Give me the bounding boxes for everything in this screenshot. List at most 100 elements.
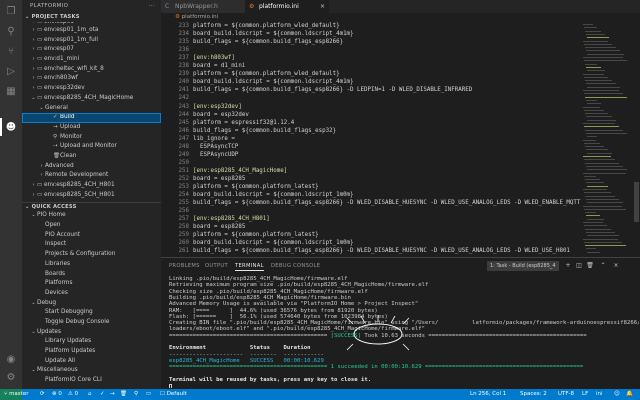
source-control-icon[interactable]: ⑂: [4, 44, 18, 58]
task-clean[interactable]: 🗑Clean: [22, 152, 161, 162]
minimap-line: [584, 159, 615, 161]
quick-toggle-debug-console[interactable]: Toggle Debug Console: [22, 318, 161, 328]
trash-icon[interactable]: 🗑: [586, 261, 594, 271]
tab-problems[interactable]: PROBLEMS: [169, 261, 200, 271]
env-item[interactable]: › ▭ env:esp32dev: [22, 84, 161, 94]
tab-terminal[interactable]: TERMINAL: [235, 261, 264, 271]
close-icon[interactable]: ×: [320, 0, 325, 13]
quick-platforms[interactable]: Platforms: [22, 279, 161, 289]
scroll-thumb[interactable]: [634, 182, 639, 222]
debug-group[interactable]: ⌄Debug: [22, 299, 161, 309]
env-item[interactable]: › ▭ env:esp8285_5CH_H801: [22, 191, 161, 201]
tab-platformio-ini[interactable]: ⚙ platformio.ini ×: [245, 0, 329, 13]
quick-update-all[interactable]: Update All: [22, 357, 161, 367]
pio-home-icon[interactable]: ⌂: [88, 389, 92, 400]
warnings-status[interactable]: ⚠ 0: [68, 389, 78, 400]
env-item-label: env:h803wf: [44, 75, 78, 82]
general-group[interactable]: ⌄General: [22, 104, 161, 114]
quick-platformio-core-cli[interactable]: PlatformIO Core CLI: [22, 376, 161, 386]
terminal-output[interactable]: Linking .pio/build/esp8285_4CH_MagicHome…: [169, 276, 639, 388]
pio-clean-icon[interactable]: 🗑: [120, 389, 127, 400]
manage-gear-icon[interactable]: ⚙: [4, 370, 18, 384]
quick-library-updates[interactable]: Library Updates: [22, 337, 161, 347]
more-actions-icon[interactable]: ···: [149, 0, 155, 13]
cursor-position[interactable]: Ln 256, Col 1: [470, 389, 506, 400]
terminal-select[interactable]: 1: Task - Build (esp8285_4: [487, 261, 559, 271]
env-item[interactable]: › ▭ env:esp01_1m_full: [22, 36, 161, 46]
env-item[interactable]: › ▭ env:heltec_wifi_kit_8: [22, 65, 161, 75]
code-line: ESPAsyncTCP: [193, 144, 238, 150]
tab-npbwrapper[interactable]: C NpbWrapper.h: [161, 0, 245, 13]
eol-status[interactable]: LF: [582, 389, 588, 400]
tab-debug-console[interactable]: DEBUG CONSOLE: [271, 261, 320, 271]
task-upload[interactable]: → Upload: [22, 123, 161, 133]
code-token: board = esp32dev: [193, 111, 249, 118]
platformio-icon[interactable]: ☻: [0, 118, 18, 136]
quick-access-header[interactable]: ⌄ QUICK ACCESS: [22, 202, 161, 211]
branch-status[interactable]: ⑂ master: [4, 389, 28, 400]
indentation-status[interactable]: Spaces: 2: [520, 389, 547, 400]
editor-scrollbar[interactable]: [633, 22, 640, 257]
env-item[interactable]: › ▭ env:esp8285_4CH_H801: [22, 181, 161, 191]
quick-platform-updates[interactable]: Platform Updates: [22, 347, 161, 357]
pio-upload-icon[interactable]: →: [110, 389, 115, 400]
env-item[interactable]: ⌄▭ env:esp8285_4CH_MagicHome: [22, 94, 161, 104]
remote-development-group[interactable]: › Remote Development: [22, 171, 161, 181]
quick-boards[interactable]: Boards: [22, 270, 161, 280]
task-upload-and-monitor-label: Upload and Monitor: [60, 143, 117, 150]
env-item[interactable]: › ▭ env:h803wf: [22, 74, 161, 84]
minimap[interactable]: [581, 22, 633, 257]
accounts-icon[interactable]: ◉: [4, 352, 18, 366]
explorer-icon[interactable]: ❐: [4, 4, 18, 18]
project-tasks-header[interactable]: ⌄ PROJECT TASKS: [22, 13, 161, 22]
env-item[interactable]: › ▭ env:d1_mini: [22, 55, 161, 65]
serial-monitor-icon[interactable]: ⚲: [134, 389, 138, 400]
platformio-sidebar: PLATFORMIO ··· ⌄ PROJECT TASKS › ▭ env:esp…: [22, 0, 161, 389]
encoding-status[interactable]: UTF-8: [558, 389, 574, 400]
line-number: 247: [178, 135, 189, 142]
pio-home-group[interactable]: ⌄PIO Home: [22, 211, 161, 221]
quick-start-debugging[interactable]: Start Debugging: [22, 308, 161, 318]
sync-icon[interactable]: ⟳: [40, 389, 45, 400]
quick-inspect[interactable]: Inspect: [22, 240, 161, 250]
extensions-icon[interactable]: ▦: [4, 84, 18, 98]
task-monitor[interactable]: ⚲ Monitor: [22, 133, 161, 143]
updates-group[interactable]: ⌄Updates: [22, 328, 161, 338]
language-status[interactable]: ini: [596, 389, 603, 400]
feedback-icon[interactable]: ☺: [614, 389, 620, 400]
notifications-bell-icon[interactable]: 🔔: [626, 389, 633, 400]
quick-devices[interactable]: Devices: [22, 289, 161, 299]
run-debug-icon[interactable]: ▷: [4, 64, 18, 78]
split-terminal-icon[interactable]: ◫: [575, 261, 583, 271]
search-icon[interactable]: ⚲: [4, 24, 18, 38]
quick-inspect-label: Inspect: [45, 241, 67, 248]
quick-pio-account[interactable]: PIO Account: [22, 231, 161, 241]
quick-open[interactable]: Open: [22, 221, 161, 231]
task-upload-and-monitor[interactable]: ⇢ Upload and Monitor: [22, 142, 161, 152]
code-token: [env:h803wf]: [193, 55, 235, 62]
minimap-line: [584, 43, 612, 45]
breadcrumb[interactable]: ⚙ platformio.ini: [161, 13, 640, 22]
env-item[interactable]: › ▭ env:esp07: [22, 45, 161, 55]
default-env-status[interactable]: ☐ Default: [160, 389, 187, 400]
errors-status[interactable]: ⊗ 0: [52, 389, 62, 400]
code-token: board_build.ldscript = ${common.ldscript…: [193, 79, 354, 86]
maximize-panel-icon[interactable]: ⌃: [599, 261, 607, 271]
code-token: build_flags = ${common.build_flags_esp82…: [193, 200, 581, 207]
pio-terminal-icon[interactable]: ▭: [146, 389, 151, 400]
miscellaneous-group[interactable]: ⌄Miscellaneous: [22, 366, 161, 376]
terminal-line: Creating BIN file ".pio/build/esp8285_4C…: [169, 320, 639, 327]
minimap-line: [587, 185, 608, 187]
advanced-group[interactable]: › Advanced: [22, 162, 161, 172]
close-panel-icon[interactable]: ×: [612, 261, 620, 271]
env-item[interactable]: › ▭ env:esp01_1m_ota: [22, 26, 161, 36]
quick-libraries[interactable]: Libraries: [22, 260, 161, 270]
code-editor[interactable]: 233 platform = ${common.platform_wled_def…: [161, 22, 581, 257]
tab-output[interactable]: OUTPUT: [205, 261, 228, 271]
sidebar-title-text: PLATFORMIO: [30, 3, 69, 9]
add-terminal-icon[interactable]: +: [564, 261, 572, 271]
env-item-label: env:esp01_1m_full: [44, 36, 99, 43]
quick-projects-configuration[interactable]: Projects & Configuration: [22, 250, 161, 260]
pio-build-icon[interactable]: ✓: [100, 389, 105, 400]
task-build[interactable]: ✓ Build: [22, 113, 161, 123]
